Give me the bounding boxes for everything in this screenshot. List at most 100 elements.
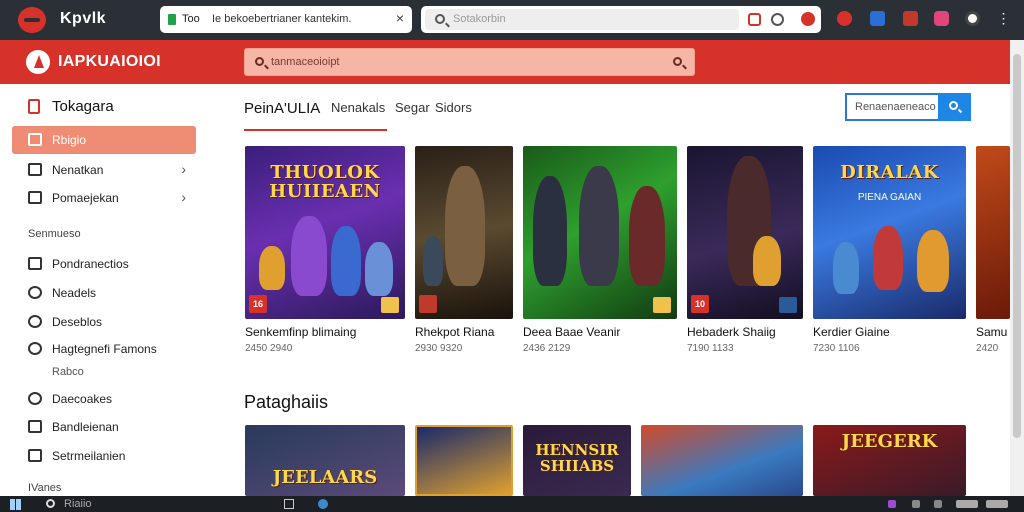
settings-icon[interactable] bbox=[801, 12, 815, 26]
cover-title: JEEGERK bbox=[841, 431, 938, 452]
sidebar-item-pomaejekan[interactable]: Pomaejekan › bbox=[12, 184, 196, 212]
search-submit-icon[interactable] bbox=[673, 57, 682, 66]
game-cover[interactable]: 10 bbox=[687, 146, 803, 319]
filter-placeholder: Renaenaeneaco bbox=[855, 101, 936, 113]
character-figure bbox=[423, 236, 443, 286]
game-cover[interactable] bbox=[976, 146, 1010, 319]
game-title[interactable]: Senkemfinp blimaing bbox=[245, 325, 356, 339]
game-card[interactable]: DIRALAK PIENA GAIAN Kerdier Giaine 7230 … bbox=[813, 146, 966, 356]
sidebar-link-label: Bandleienan bbox=[52, 420, 119, 434]
game-card[interactable]: JEELAARS bbox=[245, 425, 405, 496]
sidebar-item-label: Rbigio bbox=[52, 133, 87, 147]
site-search-input[interactable]: tanmaceoioipt bbox=[244, 48, 695, 76]
cover-subtitle: PIENA GAIAN bbox=[857, 192, 922, 203]
bookmark-icon[interactable] bbox=[748, 13, 761, 26]
puzzle-icon[interactable] bbox=[903, 11, 918, 26]
scrollbar-thumb[interactable] bbox=[1013, 54, 1021, 438]
game-card[interactable]: Samu 2420 bbox=[976, 146, 1010, 356]
browser-app-icon[interactable] bbox=[318, 499, 328, 509]
site-name[interactable]: IAPKUAIOIOI bbox=[58, 53, 161, 71]
character-figure bbox=[917, 230, 949, 292]
tray-clock-icon[interactable] bbox=[956, 500, 978, 508]
game-meta: 2450 2940 bbox=[245, 343, 293, 354]
sidebar-link[interactable]: Pondranectios bbox=[12, 250, 196, 278]
tab-segar[interactable]: Segar bbox=[395, 100, 430, 115]
character-figure bbox=[445, 166, 485, 286]
sidebar-link[interactable]: Daecoakes bbox=[12, 385, 196, 413]
tab-close-icon[interactable]: × bbox=[396, 10, 404, 26]
search-icon bbox=[255, 57, 264, 66]
sidebar-link-label: Deseblos bbox=[52, 315, 103, 329]
game-title[interactable]: Deea Baae Veanir bbox=[523, 325, 620, 339]
game-cover[interactable] bbox=[523, 146, 677, 319]
tab-peinaulia[interactable]: PeinA'ULIA bbox=[244, 100, 320, 117]
game-cover[interactable]: THUOLOK HUIIEAEN 16 bbox=[245, 146, 405, 319]
site-logo-icon[interactable] bbox=[26, 50, 50, 74]
tray-app-icon[interactable] bbox=[888, 500, 896, 508]
tab-sidors[interactable]: Sidors bbox=[435, 100, 472, 115]
age-rating-badge: 10 bbox=[691, 295, 709, 313]
start-menu-icon[interactable] bbox=[10, 499, 21, 510]
browser-logo-icon[interactable] bbox=[18, 7, 46, 33]
character-figure bbox=[833, 242, 859, 294]
taskbar-search-label[interactable]: Riaiio bbox=[64, 498, 92, 510]
sidebar-link[interactable]: Deseblos bbox=[12, 308, 196, 336]
profile-icon[interactable] bbox=[965, 11, 980, 26]
game-title[interactable]: Hebaderk Shaiig bbox=[687, 325, 776, 339]
cover-title: THUOLOK HUIIEAEN bbox=[269, 162, 381, 202]
game-title[interactable]: Samu bbox=[976, 325, 1007, 339]
sidebar-link-label: Setrmeilanien bbox=[52, 449, 126, 463]
shield-icon[interactable] bbox=[870, 11, 885, 26]
sidebar-item-nenatkan[interactable]: Nenatkan › bbox=[12, 156, 196, 184]
page-scrollbar[interactable] bbox=[1010, 40, 1024, 496]
game-cover[interactable]: DIRALAK PIENA GAIAN bbox=[813, 146, 966, 319]
tray-network-icon[interactable] bbox=[912, 500, 920, 508]
sidebar-link[interactable]: Setrmeilanien bbox=[12, 442, 196, 470]
game-card[interactable] bbox=[415, 425, 513, 496]
game-card[interactable]: Deea Baae Veanir 2436 2129 bbox=[523, 146, 677, 356]
sidebar-link[interactable]: Hagtegnefi Famons bbox=[12, 335, 196, 363]
character-figure bbox=[331, 226, 361, 296]
character-figure bbox=[753, 236, 781, 286]
task-view-icon[interactable] bbox=[284, 499, 294, 509]
history-icon[interactable] bbox=[771, 13, 784, 26]
game-card[interactable]: Rhekpot Riana 2930 9320 bbox=[415, 146, 513, 356]
game-card[interactable]: JEEGERK bbox=[813, 425, 966, 496]
camera-icon[interactable] bbox=[934, 11, 949, 26]
book-icon bbox=[28, 420, 42, 433]
game-cover[interactable] bbox=[415, 146, 513, 319]
extension-icon[interactable] bbox=[837, 11, 852, 26]
search-icon[interactable] bbox=[46, 499, 55, 508]
sidebar-link-label: Daecoakes bbox=[52, 392, 113, 406]
document-icon bbox=[28, 449, 42, 462]
game-title[interactable]: Rhekpot Riana bbox=[415, 325, 494, 339]
filter-input[interactable]: Renaenaeneaco bbox=[845, 93, 938, 121]
game-meta: 2930 9320 bbox=[415, 343, 463, 354]
tab-nenakals[interactable]: Nenakals bbox=[331, 100, 385, 115]
game-title[interactable]: Kerdier Giaine bbox=[813, 325, 890, 339]
address-field[interactable]: Sotakorbin bbox=[425, 9, 739, 30]
tray-notifications-icon[interactable] bbox=[986, 500, 1008, 508]
library-icon bbox=[28, 99, 40, 114]
age-rating-badge: 16 bbox=[249, 295, 267, 313]
game-card[interactable]: 10 Hebaderk Shaiig 7190 1133 bbox=[687, 146, 803, 356]
address-bar[interactable]: Sotakorbin bbox=[421, 6, 821, 33]
sidebar-link[interactable]: Bandleienan bbox=[12, 413, 196, 441]
tray-volume-icon[interactable] bbox=[934, 500, 942, 508]
character-figure bbox=[533, 176, 567, 286]
site-search-placeholder: tanmaceoioipt bbox=[271, 56, 340, 68]
game-card[interactable]: THUOLOK HUIIEAEN 16 Senkemfinp blimaing … bbox=[245, 146, 405, 356]
filter-search-button[interactable] bbox=[938, 93, 971, 121]
site-header: IAPKUAIOIOI tanmaceoioipt bbox=[0, 40, 1010, 84]
search-icon bbox=[435, 14, 445, 24]
browser-tab[interactable]: Too Ie bekoebertrianer kantekim. × bbox=[160, 6, 412, 33]
game-card[interactable] bbox=[641, 425, 803, 496]
cover-title: JEELAARS bbox=[272, 467, 378, 488]
game-card[interactable]: HENNSIR SHIIABS bbox=[523, 425, 631, 496]
sidebar-item-active[interactable]: Rbigio bbox=[12, 126, 196, 154]
sidebar-link[interactable]: Neadels bbox=[12, 279, 196, 307]
character-figure bbox=[873, 226, 903, 290]
folder-icon bbox=[28, 163, 42, 176]
menu-dots-icon[interactable]: ⋮ bbox=[996, 11, 1011, 26]
publisher-logo-icon bbox=[381, 297, 399, 313]
